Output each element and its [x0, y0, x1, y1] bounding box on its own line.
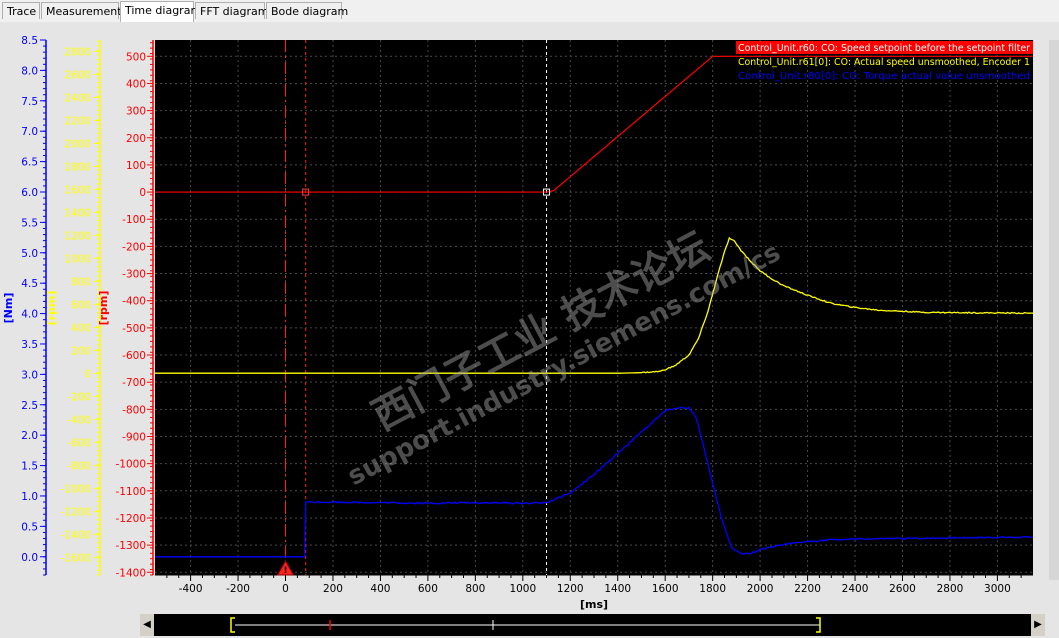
tick-label: -1600 [60, 553, 91, 565]
x-tick-label: 800 [465, 583, 485, 595]
tick-label: 1400 [64, 208, 91, 220]
tick-label: 6.5 [21, 157, 38, 169]
x-tick-label: 1000 [509, 583, 536, 595]
tick-label: 1200 [64, 231, 91, 243]
x-tick-label: 1600 [652, 583, 679, 595]
tick-label: 2200 [64, 116, 91, 128]
x-tick-label: 3000 [984, 583, 1011, 595]
tick-label: 1000 [64, 254, 91, 266]
tick-label: 0.0 [21, 552, 38, 564]
tick-label: 2600 [64, 70, 91, 82]
legend-entry-2[interactable]: Control_Unit.r80[0]: CO: Torque actual v… [738, 71, 1030, 82]
legend: Control_Unit.r60: CO: Speed setpoint bef… [736, 41, 1033, 82]
tick-label: -600 [122, 350, 146, 362]
axis-title: [rpm] [97, 291, 110, 326]
tick-label: -600 [67, 438, 91, 450]
x-tick-label: 2600 [889, 583, 916, 595]
tick-label: 400 [126, 78, 146, 90]
x-tick-label: 2000 [747, 583, 774, 595]
tick-label: -1300 [115, 540, 146, 552]
tick-label: 7.0 [21, 126, 38, 138]
x-tick-label: 1200 [557, 583, 584, 595]
tab-time-diagram[interactable]: Time diagram [120, 1, 201, 22]
tick-label: -400 [122, 296, 146, 308]
x-tick-label: 0 [282, 583, 289, 595]
x-axis-title: [ms] [580, 598, 608, 611]
tick-label: -800 [122, 404, 146, 416]
tick-label: 0.5 [21, 521, 38, 533]
tick-label: -1000 [60, 484, 91, 496]
tick-label: 3.0 [21, 369, 38, 381]
x-tick-label: 2800 [937, 583, 964, 595]
tick-label: 4.5 [21, 278, 38, 290]
tab-trace[interactable]: Trace [2, 2, 40, 19]
tick-label: -1200 [60, 507, 91, 519]
tick-label: -200 [67, 392, 91, 404]
tick-label: 600 [71, 300, 91, 312]
tick-label: -800 [67, 461, 91, 473]
tick-label: -200 [122, 241, 146, 253]
tick-label: 6.0 [21, 187, 38, 199]
axis-title: [Nm] [2, 293, 15, 324]
tab-measurements[interactable]: Measurements [41, 2, 127, 19]
tick-label: -100 [122, 214, 146, 226]
tick-label: 0 [84, 369, 91, 381]
tick-label: 800 [71, 277, 91, 289]
tick-label: -1400 [115, 567, 146, 579]
x-tick-label: -200 [226, 583, 250, 595]
x-tick-label: 200 [323, 583, 343, 595]
tick-label: -1200 [115, 513, 146, 525]
time-diagram-chart[interactable]: 8.5 8.0 7.5 7.0 6.5 6.0 5.5 5.0 4.5 4.0 3.5 3.0 2.5 2… [0, 22, 1059, 612]
x-tick-label: 2400 [842, 583, 869, 595]
tick-label: 0 [139, 187, 146, 199]
tick-label: 8.0 [21, 65, 38, 77]
tick-label: 5.0 [21, 248, 38, 260]
tab-bar: Trace Measurements Time diagram FFT diag… [0, 0, 1059, 23]
x-tick-label: 400 [370, 583, 390, 595]
tick-label: 500 [126, 51, 146, 63]
tab-bode-diagram[interactable]: Bode diagram [266, 2, 348, 19]
tick-label: 2.0 [21, 430, 38, 442]
tick-label: -300 [122, 269, 146, 281]
tick-label: -1000 [115, 459, 146, 471]
time-scrollbar[interactable]: ◀ ▶ [140, 614, 1045, 636]
tab-fft-diagram[interactable]: FFT diagram [195, 2, 268, 19]
x-tick-label: 1800 [699, 583, 726, 595]
x-tick-label: 1400 [604, 583, 631, 595]
tick-label: -400 [67, 415, 91, 427]
tick-label: 1.0 [21, 491, 38, 503]
tick-label: 5.5 [21, 217, 38, 229]
tick-label: 1800 [64, 162, 91, 174]
legend-entry-0[interactable]: Control_Unit.r60: CO: Speed setpoint bef… [738, 43, 1030, 54]
tick-label: 300 [126, 106, 146, 118]
tick-label: 2800 [64, 47, 91, 59]
tick-label: 400 [71, 323, 91, 335]
axis-title: [rpm] [45, 291, 58, 326]
tick-label: 3.5 [21, 339, 38, 351]
tick-label: -1400 [60, 530, 91, 542]
tick-label: 1.5 [21, 461, 38, 473]
scroll-range-indicator[interactable] [140, 614, 1045, 636]
tick-label: 100 [126, 160, 146, 172]
right-panel-edge [1049, 40, 1059, 580]
tick-label: 2400 [64, 93, 91, 105]
trigger-exclamation: ! [283, 566, 287, 576]
tick-label: 7.5 [21, 96, 38, 108]
tick-label: -700 [122, 377, 146, 389]
tick-label: 2000 [64, 139, 91, 151]
legend-entry-1[interactable]: Control_Unit.r61[0]: CO: Actual speed un… [738, 57, 1030, 68]
tick-label: 4.0 [21, 309, 38, 321]
tick-label: -900 [122, 431, 146, 443]
tick-label: -500 [122, 323, 146, 335]
tick-label: 1600 [64, 185, 91, 197]
tick-label: 2.5 [21, 400, 38, 412]
tick-label: -1100 [115, 486, 146, 498]
x-tick-label: 2200 [794, 583, 821, 595]
x-tick-label: 600 [418, 583, 438, 595]
tick-label: 8.5 [21, 35, 38, 47]
x-tick-label: -400 [179, 583, 203, 595]
tick-label: 200 [71, 346, 91, 358]
tick-label: 200 [126, 133, 146, 145]
